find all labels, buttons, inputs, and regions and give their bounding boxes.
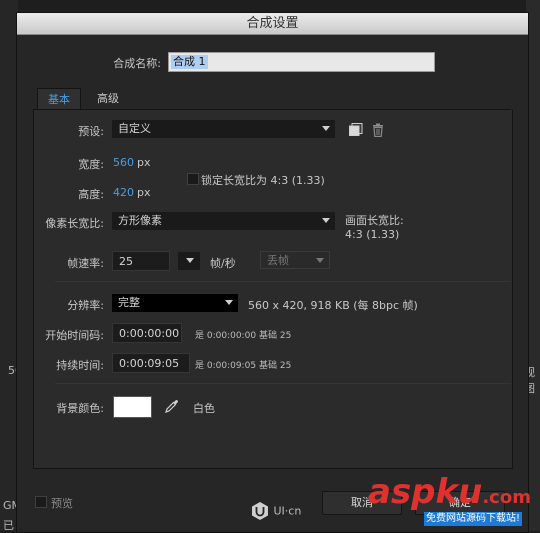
frame-aspect-value: 4:3 (1.33) [345, 228, 400, 241]
composition-name-label: 合成名称: [113, 57, 161, 70]
tab-advanced[interactable]: 高级 [87, 88, 129, 109]
drop-frame-value: 丢帧 [267, 254, 289, 267]
save-preset-icon[interactable] [349, 123, 363, 139]
frame-aspect-label: 画面长宽比: [345, 214, 404, 227]
height-unit: px [137, 186, 151, 199]
section-divider [55, 281, 511, 282]
resolution-dropdown[interactable]: 完整 [112, 294, 238, 312]
dialog-title: 合成设置 [17, 13, 528, 35]
width-label: 宽度: [78, 158, 104, 171]
pixel-aspect-value: 方形像素 [118, 214, 162, 227]
background-color-name: 白色 [193, 402, 215, 415]
resolution-info: 560 x 420, 918 KB (每 8bpc 帧) [248, 299, 418, 312]
frame-rate-input[interactable]: 25 [112, 251, 170, 271]
composition-name-value: 合成 1 [171, 55, 208, 69]
chevron-down-icon [186, 258, 194, 263]
duration-base: 基础 25 [259, 361, 292, 371]
duration-input[interactable]: 0:00:09:05 [112, 353, 190, 373]
background-color-swatch[interactable] [113, 396, 152, 418]
duration-label: 持续时间: [56, 359, 104, 372]
start-timecode-note: 是 0:00:00:00 [195, 331, 257, 341]
uicn-watermark: UI·cn [250, 501, 301, 521]
frame-rate-label: 帧速率: [67, 257, 104, 270]
duration-note: 是 0:00:09:05 [195, 361, 257, 371]
trash-icon[interactable] [371, 123, 385, 140]
drop-frame-dropdown: 丢帧 [260, 251, 330, 269]
height-value[interactable]: 420 [113, 186, 134, 199]
aspku-slogan: 免费网站源码下载站! [424, 512, 523, 526]
width-unit: px [137, 156, 151, 169]
eyedropper-icon[interactable] [164, 398, 180, 417]
aspku-tld: .com [482, 487, 531, 508]
composition-name-input[interactable]: 合成 1 [168, 52, 435, 72]
height-label: 高度: [78, 188, 104, 201]
composition-settings-dialog: 合成设置 合成名称: 合成 1 基本 高级 预设: 自定义 宽度: 560 px… [16, 12, 529, 533]
preset-dropdown[interactable]: 自定义 [112, 120, 335, 138]
section-divider [55, 383, 511, 384]
preview-label: 预览 [51, 497, 73, 510]
preview-checkbox[interactable] [35, 496, 47, 508]
chevron-down-icon [322, 126, 330, 131]
start-timecode-input[interactable]: 0:00:00:00 [112, 323, 182, 343]
frame-rate-dropdown[interactable] [178, 252, 200, 270]
frame-rate-unit: 帧/秒 [210, 257, 236, 270]
basic-settings-panel [33, 110, 513, 469]
resolution-label: 分辨率: [67, 299, 104, 312]
uicn-text: UI·cn [273, 504, 302, 518]
preset-label: 预设: [78, 125, 104, 138]
background-color-label: 背景颜色: [56, 402, 104, 415]
aspku-brand: aspku [368, 472, 483, 512]
lock-aspect-label: 锁定长宽比为 4:3 (1.33) [201, 174, 325, 187]
width-value[interactable]: 560 [113, 156, 134, 169]
chevron-down-icon [322, 218, 330, 223]
pixel-aspect-dropdown[interactable]: 方形像素 [112, 212, 335, 230]
resolution-value: 完整 [118, 296, 140, 309]
chevron-down-icon [316, 258, 324, 263]
aspku-watermark: aspku.com 免费网站源码下载站! [368, 472, 536, 526]
lock-aspect-checkbox[interactable] [187, 173, 199, 185]
tab-basic[interactable]: 基本 [37, 88, 81, 110]
pixel-aspect-label: 像素长宽比: [45, 217, 104, 230]
start-timecode-base: 基础 25 [259, 331, 292, 341]
start-timecode-label: 开始时间码: [45, 329, 104, 342]
preset-value: 自定义 [118, 122, 151, 135]
uicn-logo-icon [252, 502, 268, 520]
chevron-down-icon [225, 300, 233, 305]
